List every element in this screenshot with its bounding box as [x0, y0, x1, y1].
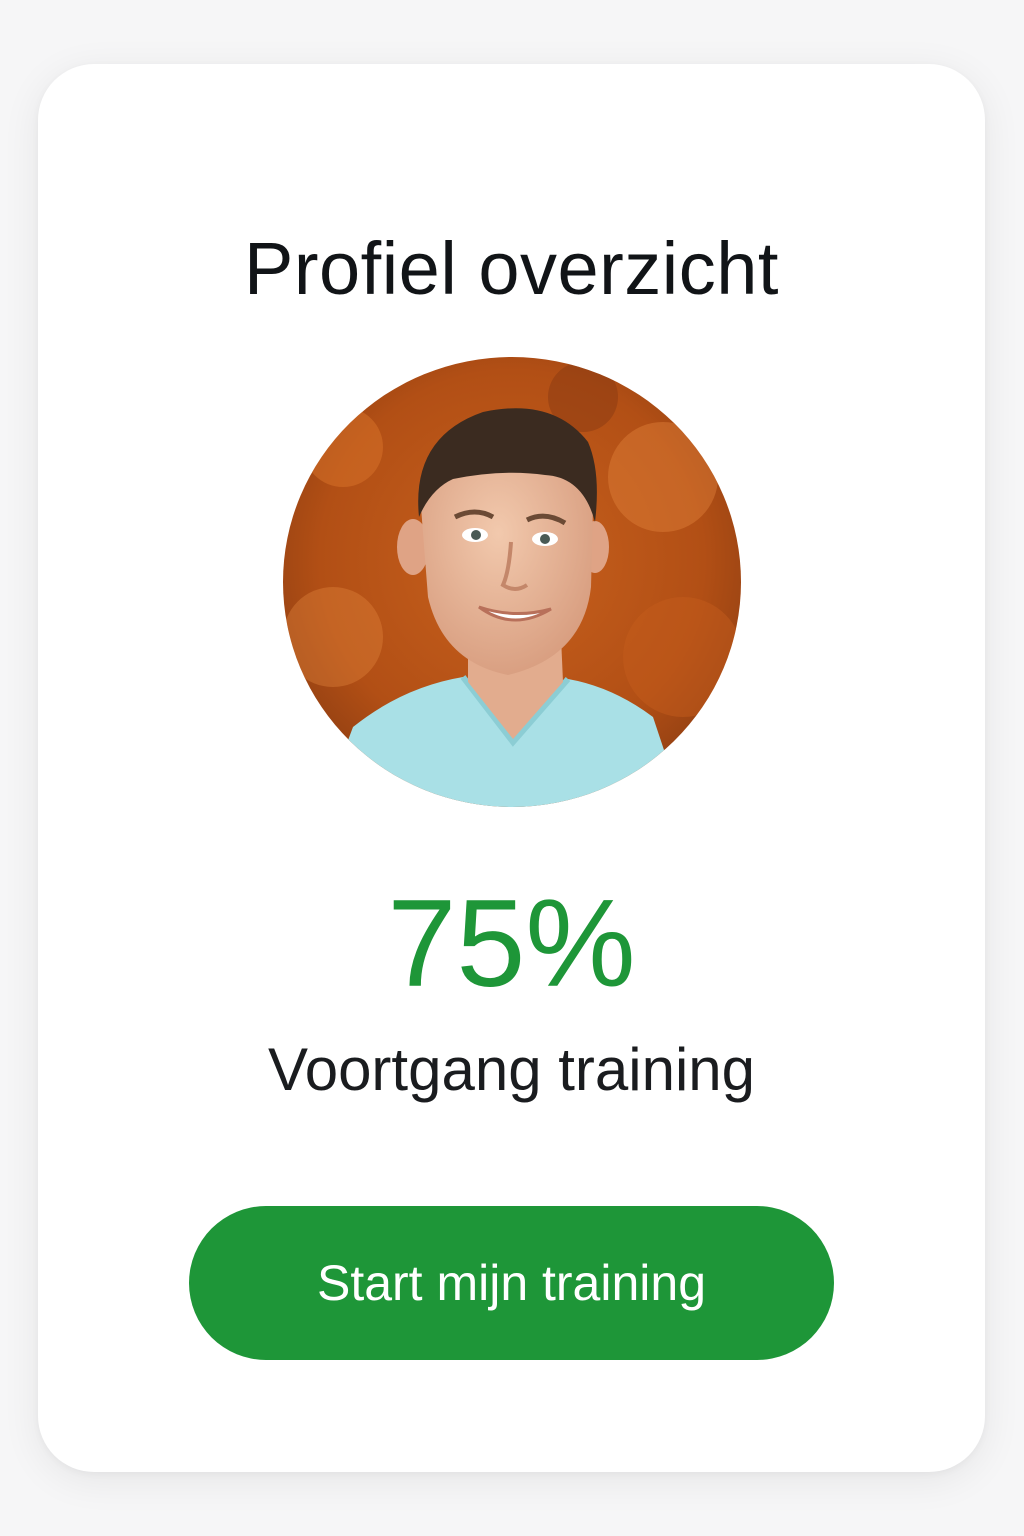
- profile-card: Profiel overzicht 75% Voortgang training…: [38, 64, 985, 1472]
- training-progress-value: 75%: [387, 875, 636, 1013]
- start-training-button[interactable]: Start mijn training: [189, 1206, 834, 1360]
- avatar: [283, 357, 741, 807]
- page-title: Profiel overzicht: [244, 227, 779, 310]
- training-progress-label: Voortgang training: [267, 1036, 756, 1103]
- profile-photo-icon: [283, 357, 741, 807]
